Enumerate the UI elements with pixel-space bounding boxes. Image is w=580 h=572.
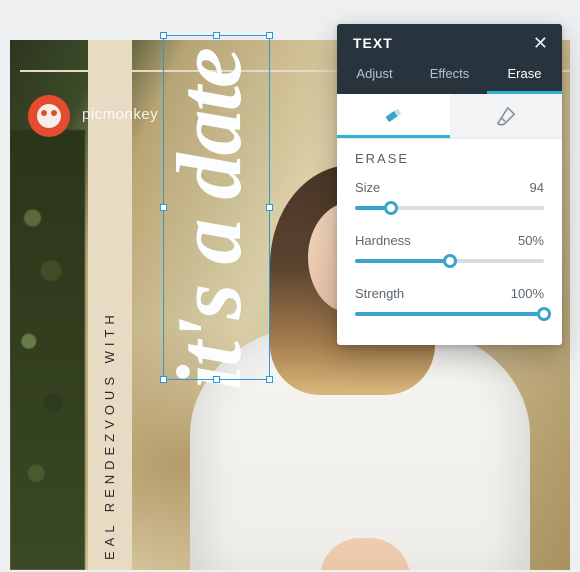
slider-strength: Strength 100% bbox=[355, 286, 544, 321]
slider-label: Size bbox=[355, 180, 380, 195]
tab-erase[interactable]: Erase bbox=[487, 58, 562, 94]
tab-adjust[interactable]: Adjust bbox=[337, 58, 412, 94]
brush-icon bbox=[495, 105, 517, 127]
brand-logo bbox=[28, 95, 70, 137]
slider-hardness: Hardness 50% bbox=[355, 233, 544, 268]
slider-value: 100% bbox=[511, 286, 544, 301]
panel-tabs: Adjust Effects Erase bbox=[337, 58, 562, 94]
erase-tool-toggle bbox=[337, 94, 562, 139]
close-icon[interactable]: ✕ bbox=[533, 34, 548, 52]
resize-handle[interactable] bbox=[266, 32, 273, 39]
panel-header: TEXT ✕ Adjust Effects Erase bbox=[337, 24, 562, 94]
panel-title: TEXT bbox=[353, 35, 393, 51]
slider-value: 94 bbox=[530, 180, 544, 195]
brush-tool-button[interactable] bbox=[450, 94, 563, 138]
slider-label: Hardness bbox=[355, 233, 411, 248]
slider-value: 50% bbox=[518, 233, 544, 248]
section-label-erase: ERASE bbox=[355, 151, 544, 166]
hardness-slider[interactable] bbox=[355, 254, 544, 268]
canvas-headline-text[interactable]: it's a date bbox=[156, 49, 262, 390]
eraser-tool-button[interactable] bbox=[337, 94, 450, 138]
slider-size: Size 94 bbox=[355, 180, 544, 215]
resize-handle[interactable] bbox=[213, 32, 220, 39]
panel-body: ERASE Size 94 Hardness 50% bbox=[337, 139, 562, 345]
canvas-subtext[interactable]: EAL RENDEZVOUS WITH bbox=[102, 310, 117, 560]
brand-name: picmonkey bbox=[82, 106, 158, 123]
text-properties-panel: TEXT ✕ Adjust Effects Erase ERASE bbox=[337, 24, 562, 345]
tab-effects[interactable]: Effects bbox=[412, 58, 487, 94]
slider-label: Strength bbox=[355, 286, 404, 301]
photo-foliage bbox=[10, 130, 85, 570]
size-slider[interactable] bbox=[355, 201, 544, 215]
eraser-icon bbox=[382, 104, 404, 126]
resize-handle[interactable] bbox=[160, 32, 167, 39]
strength-slider[interactable] bbox=[355, 307, 544, 321]
